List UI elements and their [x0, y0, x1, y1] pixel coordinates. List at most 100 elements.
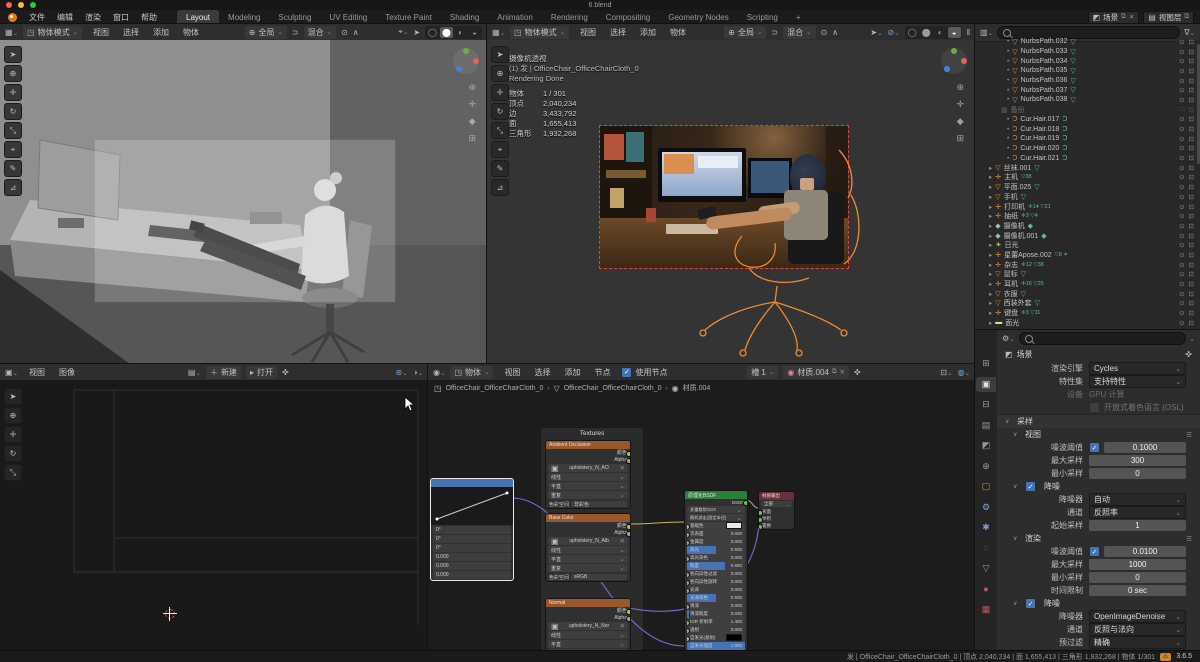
- measure-tool-icon[interactable]: ⊿: [4, 179, 22, 196]
- curves-node-selected[interactable]: 0°0°0°0.0000.0000.000: [430, 478, 514, 581]
- menu-item[interactable]: 编辑: [51, 12, 79, 23]
- move-tool-icon[interactable]: ✛: [4, 84, 22, 101]
- image-texture-node[interactable]: Ambient Occlusion颜色Alpha▣upholstery_N_AO…: [545, 440, 631, 509]
- disable-render-icon[interactable]: ⊡: [1189, 309, 1194, 317]
- curve-value-row[interactable]: 0°: [433, 544, 511, 552]
- disable-render-icon[interactable]: ⊡: [1189, 106, 1194, 114]
- hide-viewport-icon[interactable]: ⊙: [1179, 144, 1184, 152]
- disable-render-icon[interactable]: ⊡: [1189, 299, 1194, 307]
- menu-item[interactable]: 渲染: [79, 12, 107, 23]
- menu-item[interactable]: 物体: [177, 27, 205, 38]
- hide-viewport-icon[interactable]: ⊙: [1179, 251, 1184, 259]
- curve-value-row[interactable]: 0.000: [433, 571, 511, 579]
- proportional-edit-icon[interactable]: ⊙: [341, 28, 348, 37]
- shading-material-icon[interactable]: ◐: [454, 27, 467, 38]
- hide-viewport-icon[interactable]: ⊙: [1179, 222, 1184, 230]
- object-name[interactable]: 西装外套: [1004, 298, 1032, 308]
- ortho-toggle-icon[interactable]: ⊞: [956, 133, 964, 144]
- curve-value-row[interactable]: 0°: [433, 535, 511, 543]
- node-canvas[interactable]: ◳OfficeChair_OfficeChairCloth_0›▽OfficeC…: [428, 380, 975, 651]
- hide-viewport-icon[interactable]: ⊙: [1179, 96, 1184, 104]
- options-icon[interactable]: ⌄: [1190, 335, 1195, 343]
- properties-tab-render[interactable]: ▣: [976, 377, 996, 392]
- bsdf-input-row[interactable]: 光泽染色0.500: [687, 594, 745, 602]
- bsdf-input-row[interactable]: 糙度0.650: [687, 562, 745, 570]
- outliner-row[interactable]: •▽NurbsPath.035▽⊙⊡: [975, 66, 1196, 76]
- menu-item[interactable]: 添加: [634, 27, 662, 38]
- properties-tab-world[interactable]: ⊕: [976, 459, 996, 474]
- properties-tab-object[interactable]: ▢: [976, 479, 996, 494]
- color-swatch[interactable]: [726, 634, 742, 641]
- hide-viewport-icon[interactable]: ⊙: [1179, 125, 1184, 133]
- show-gizmo-icon[interactable]: ➤⌄: [870, 28, 882, 37]
- outliner-row[interactable]: ▦备份□⊡: [975, 105, 1196, 115]
- hide-viewport-icon[interactable]: ⊙: [1179, 38, 1184, 46]
- bsdf-input-row[interactable]: 光泽0.000: [687, 586, 745, 594]
- outliner-row[interactable]: ▸☀日光⊙⊡: [975, 240, 1196, 250]
- editor-type-icon[interactable]: ▥⌄: [980, 28, 993, 37]
- hide-viewport-icon[interactable]: ⊙: [1179, 67, 1184, 75]
- shading-solid-icon[interactable]: ⬤: [920, 27, 933, 38]
- close-icon[interactable]: ✕: [620, 464, 625, 472]
- disclosure-icon[interactable]: ▸: [989, 164, 992, 172]
- object-name[interactable]: 打印机: [1004, 202, 1025, 212]
- disclosure-icon[interactable]: ▸: [989, 222, 992, 230]
- new-image-button[interactable]: ＋新建: [206, 366, 241, 379]
- disclosure-icon[interactable]: ▸: [989, 241, 992, 249]
- bsdf-enum-row[interactable]: 随机游走(固定半径)⌄: [687, 514, 745, 521]
- bsdf-input-row[interactable]: 各向异性旋转0.000: [687, 578, 745, 586]
- snap-icon[interactable]: ⊡⌄: [940, 368, 952, 377]
- hide-viewport-icon[interactable]: ⊙: [1179, 193, 1184, 201]
- curve-widget[interactable]: [431, 487, 513, 525]
- outliner-row[interactable]: ▸✛主机▽38⊙⊡: [975, 173, 1196, 183]
- proportional-edit-icon[interactable]: ⊙: [821, 28, 828, 37]
- properties-tab-view-layer[interactable]: ▤: [976, 418, 996, 433]
- properties-tab-particles[interactable]: ✱: [976, 520, 996, 535]
- object-name[interactable]: 衣服: [1004, 289, 1018, 299]
- scale-tool-icon[interactable]: ⤡: [491, 122, 509, 139]
- pin-icon[interactable]: ✜: [1185, 350, 1192, 359]
- menu-item[interactable]: 视图: [87, 27, 115, 38]
- disable-render-icon[interactable]: ⊡: [1189, 135, 1194, 143]
- bsdf-enum-row[interactable]: 多重散射GGX⌄: [687, 506, 745, 513]
- zoom-icon[interactable]: ⊕: [956, 82, 964, 93]
- zoom-icon[interactable]: ⊕: [468, 82, 476, 93]
- disable-render-icon[interactable]: ⊡: [1189, 164, 1194, 172]
- open-image-button[interactable]: ▸打开: [246, 366, 277, 379]
- disclosure-icon[interactable]: ▸: [989, 183, 992, 191]
- disclosure-icon[interactable]: ▸: [989, 212, 992, 220]
- scene-selector[interactable]: ◩ 场景 ⧉ ✕: [1088, 11, 1140, 24]
- menu-item[interactable]: 视图: [498, 367, 526, 378]
- object-name[interactable]: 键盘: [1004, 308, 1018, 318]
- colorspace-value[interactable]: 非彩色: [571, 501, 627, 507]
- disclosure-icon[interactable]: ▸: [989, 290, 992, 298]
- property-dropdown[interactable]: 反照率⌄: [1089, 506, 1186, 519]
- property-checkbox[interactable]: ✓: [1089, 442, 1100, 453]
- scale-tool-icon[interactable]: ⤡: [4, 122, 22, 139]
- outliner-row[interactable]: ▸▬面光⊙⊡: [975, 318, 1196, 328]
- axis-y-icon[interactable]: [951, 48, 957, 54]
- filter-icon[interactable]: ∇⌄: [1184, 28, 1195, 37]
- properties-tab-physics[interactable]: ◌: [976, 541, 996, 556]
- use-nodes-checkbox[interactable]: ✓使用节点: [621, 367, 667, 378]
- outliner-row[interactable]: ▸▽手机▽⊙⊡: [975, 192, 1196, 202]
- overlays-icon[interactable]: ⊘⌄: [888, 28, 900, 37]
- disable-render-icon[interactable]: ⊡: [1189, 241, 1194, 249]
- outliner-row[interactable]: ▸▽丝袜.001▽⊙⊡: [975, 163, 1196, 173]
- navigation-gizmo[interactable]: [941, 48, 967, 74]
- cursor-tool-icon[interactable]: ⊕: [491, 65, 509, 82]
- properties-tab-modifiers[interactable]: ⚙: [976, 500, 996, 515]
- disclosure-icon[interactable]: ▸: [989, 193, 992, 201]
- outliner-row[interactable]: ▸▽平面.025▽⊙⊡: [975, 182, 1196, 192]
- overlays-icon[interactable]: ◍⌄: [958, 368, 970, 377]
- node-enum-row[interactable]: 线性⌄: [548, 546, 628, 554]
- rotate-tool-icon[interactable]: ↻: [4, 103, 22, 120]
- hide-viewport-icon[interactable]: ⊙: [1179, 154, 1184, 162]
- disable-render-icon[interactable]: ⊡: [1189, 251, 1194, 259]
- bsdf-input-row[interactable]: 自发光强度1.000: [687, 642, 745, 650]
- transform-orientation-dropdown[interactable]: ⊕ 全局⌄: [724, 26, 766, 39]
- property-value-field[interactable]: 0: [1089, 572, 1186, 583]
- hide-viewport-icon[interactable]: ⊙: [1179, 319, 1184, 327]
- node-enum-row[interactable]: 重复⌄: [548, 564, 628, 572]
- disable-render-icon[interactable]: ⊡: [1189, 144, 1194, 152]
